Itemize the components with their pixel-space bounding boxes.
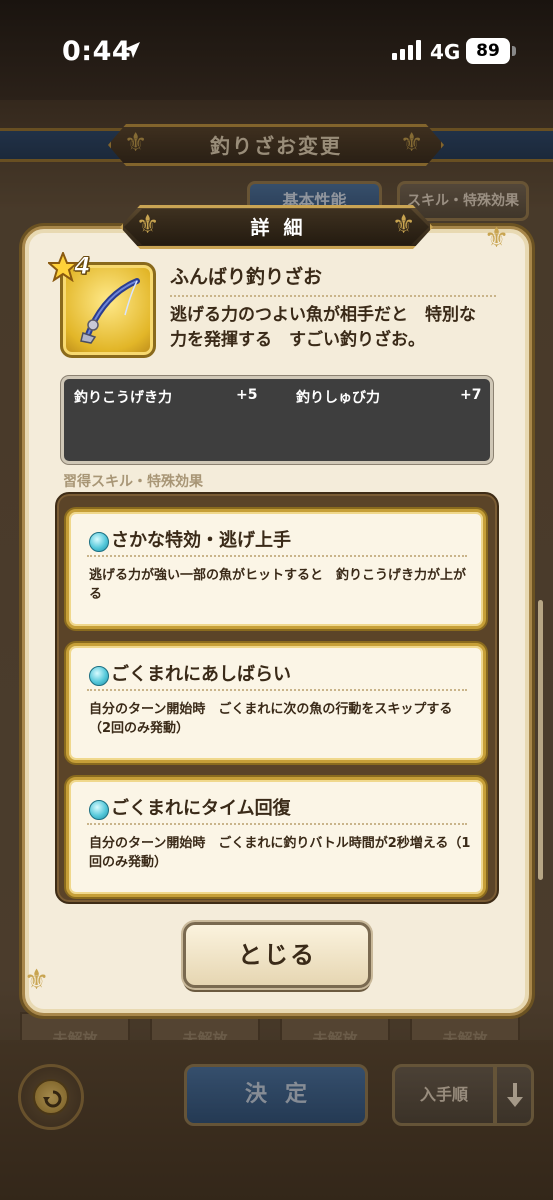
- skill-orb-icon: [89, 800, 109, 820]
- rarity-number: 4: [74, 252, 92, 281]
- battery-level: 89: [466, 38, 510, 64]
- fleur-ornament-icon: ⚜: [24, 963, 50, 996]
- divider: [170, 295, 496, 297]
- close-button[interactable]: とじる: [183, 922, 371, 988]
- scrollbar[interactable]: [538, 600, 543, 880]
- battery-icon: 89: [466, 38, 518, 64]
- stat-value: +7: [460, 387, 482, 403]
- skill-description: 自分のターン開始時 ごくまれに次の魚の行動をスキップする（2回のみ発動）: [89, 702, 453, 736]
- stat-label: 釣りこうげき力: [74, 390, 172, 406]
- rarity-badge: 4: [48, 252, 100, 288]
- network-type: 4G: [430, 40, 461, 64]
- fleur-ornament-icon: ⚜: [392, 210, 416, 240]
- skill-orb-icon: [89, 532, 109, 552]
- signal-icon: [392, 40, 421, 60]
- stats-box: 釣りこうげき力 +5 釣りしゅび力 +7: [61, 376, 493, 464]
- status-bar: 0:44 4G 89: [0, 0, 553, 100]
- skill-title: ごくまれにあしばらい: [111, 664, 291, 685]
- item-name: ふんばり釣りざお: [170, 266, 323, 288]
- skills-caption: 習得スキル・特殊効果: [63, 474, 203, 490]
- dialog-title: 詳細: [250, 217, 317, 239]
- skill-orb-icon: [89, 666, 109, 686]
- skill-card: ごくまれにタイム回復 自分のターン開始時 ごくまれに釣りバトル時間が2秒増える（…: [66, 777, 486, 897]
- skill-description: 逃げる力が強い一部の魚がヒットすると 釣りこうげき力が上がる: [89, 568, 467, 602]
- skill-title: ごくまれにタイム回復: [111, 798, 291, 819]
- skill-card: ごくまれにあしばらい 自分のターン開始時 ごくまれに次の魚の行動をスキップする（…: [66, 643, 486, 763]
- fleur-ornament-icon: ⚜: [136, 210, 160, 240]
- item-description: 逃げる力のつよい魚が相手だと 特別な力を発揮する すごい釣りざお。: [170, 305, 476, 350]
- stat-value: +5: [236, 387, 258, 403]
- skill-title: さかな特効・逃げ上手: [111, 530, 291, 551]
- skill-card: さかな特効・逃げ上手 逃げる力が強い一部の魚がヒットすると 釣りこうげき力が上が…: [66, 509, 486, 629]
- location-arrow-icon: [124, 42, 140, 58]
- status-time: 0:44: [62, 36, 132, 67]
- skill-description: 自分のターン開始時 ごくまれに釣りバトル時間が2秒増える（1回のみ発動）: [89, 836, 471, 870]
- stat-label: 釣りしゅび力: [296, 390, 380, 406]
- fleur-ornament-icon: ⚜: [484, 221, 510, 254]
